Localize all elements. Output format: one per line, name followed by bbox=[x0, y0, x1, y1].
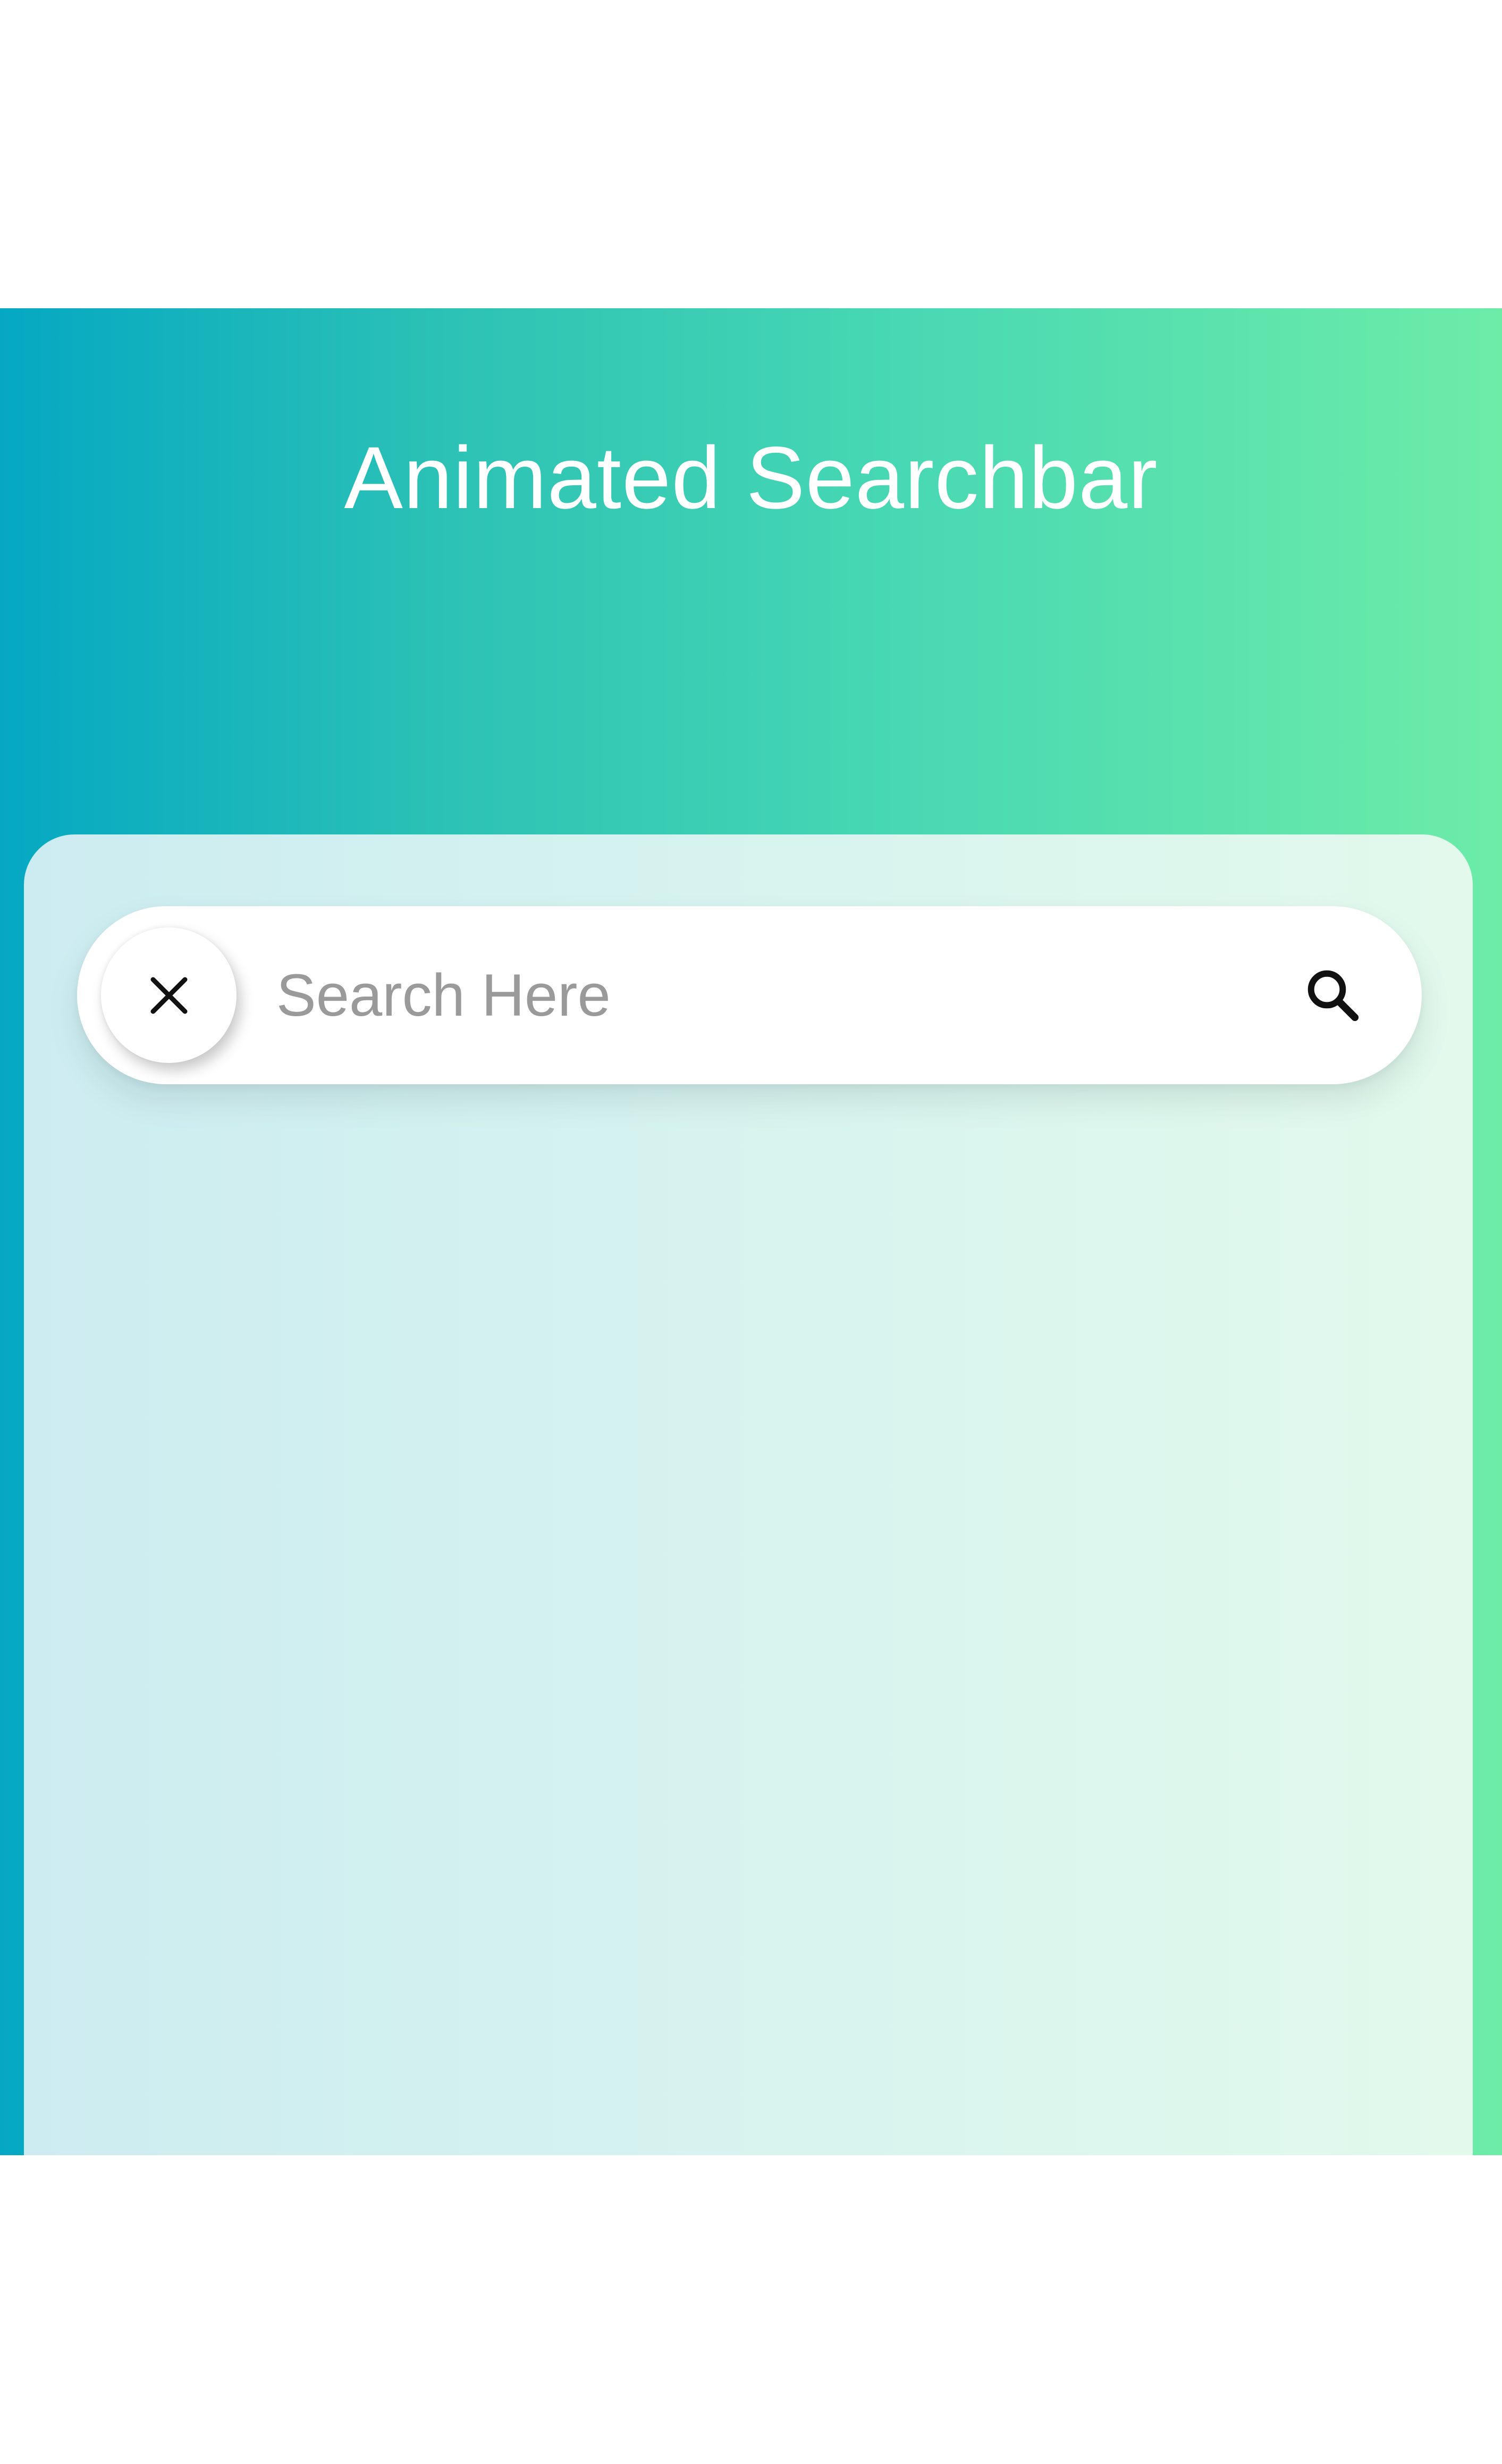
search-icon bbox=[1307, 970, 1358, 1021]
app-screen: Animated Searchbar bbox=[0, 0, 1502, 2464]
page-title: Animated Searchbar bbox=[344, 429, 1158, 527]
search-input[interactable] bbox=[276, 938, 1233, 1052]
search-button[interactable] bbox=[1292, 954, 1374, 1036]
search-bar[interactable] bbox=[77, 906, 1422, 1084]
close-button[interactable] bbox=[101, 927, 237, 1063]
close-icon bbox=[150, 977, 187, 1014]
